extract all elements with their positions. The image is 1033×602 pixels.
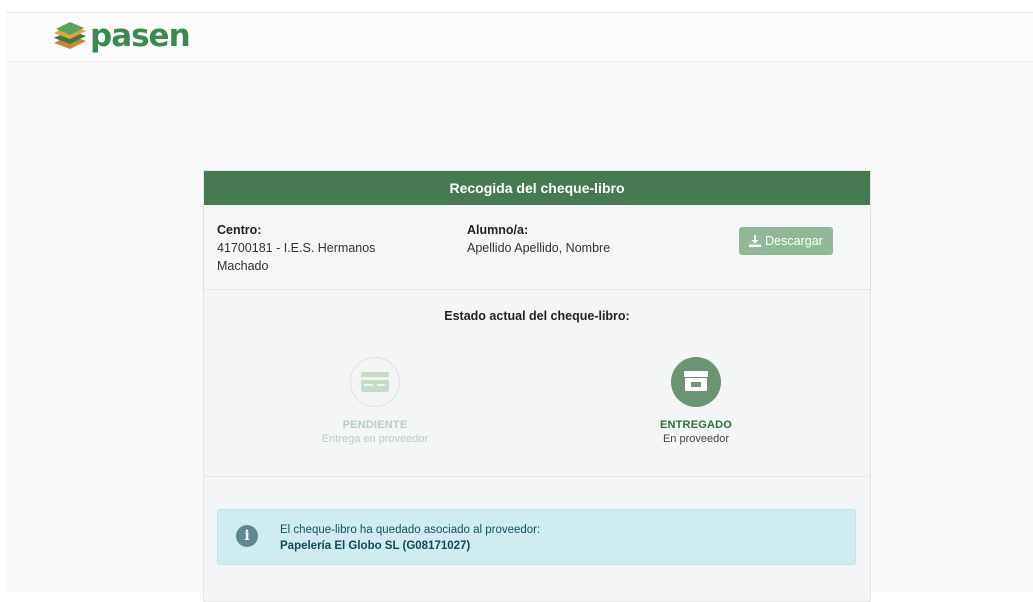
alumno-value: Apellido Apellido, Nombre	[467, 241, 611, 255]
centro-block: Centro: 41700181 - I.E.S. Hermanos Macha…	[217, 221, 417, 275]
brand-name: pasen	[90, 18, 191, 54]
status-section: Estado actual del cheque-libro: PENDIENT…	[204, 290, 870, 477]
provider-alert: i El cheque-libro ha quedado asociado al…	[217, 509, 856, 565]
step-pendiente: PENDIENTE Entrega en proveedor	[295, 357, 455, 445]
info-icon: i	[236, 525, 258, 547]
card-icon	[350, 357, 400, 407]
alumno-block: Alumno/a: Apellido Apellido, Nombre	[467, 221, 687, 257]
app-header: pasen	[6, 13, 1033, 62]
download-label: Descargar	[765, 234, 823, 248]
step-title: ENTREGADO	[659, 419, 733, 431]
download-icon	[749, 235, 762, 247]
step-subtitle: En proveedor	[662, 433, 730, 445]
card-title: Recogida del cheque-libro	[204, 171, 870, 205]
alert-text: El cheque-libro ha quedado asociado al p…	[280, 522, 540, 554]
step-subtitle: Entrega en proveedor	[321, 433, 429, 445]
books-icon	[54, 22, 86, 49]
pasen-logo[interactable]: pasen	[52, 18, 191, 54]
centro-value: 41700181 - I.E.S. Hermanos Machado	[217, 241, 376, 273]
cheque-card: Recogida del cheque-libro Centro: 417001…	[203, 170, 871, 602]
step-title: PENDIENTE	[342, 419, 408, 431]
step-entregado: ENTREGADO En proveedor	[616, 357, 776, 445]
provider-name: Papelería El Globo SL (G08171027)	[280, 540, 471, 552]
alumno-label: Alumno/a:	[467, 223, 529, 237]
alert-message: El cheque-libro ha quedado asociado al p…	[280, 524, 541, 536]
alert-section: i El cheque-libro ha quedado asociado al…	[204, 477, 870, 597]
status-title: Estado actual del cheque-libro:	[444, 309, 630, 323]
store-icon	[671, 357, 721, 407]
download-button[interactable]: Descargar	[739, 227, 833, 255]
centro-label: Centro:	[217, 223, 262, 237]
info-row: Centro: 41700181 - I.E.S. Hermanos Macha…	[204, 205, 870, 290]
